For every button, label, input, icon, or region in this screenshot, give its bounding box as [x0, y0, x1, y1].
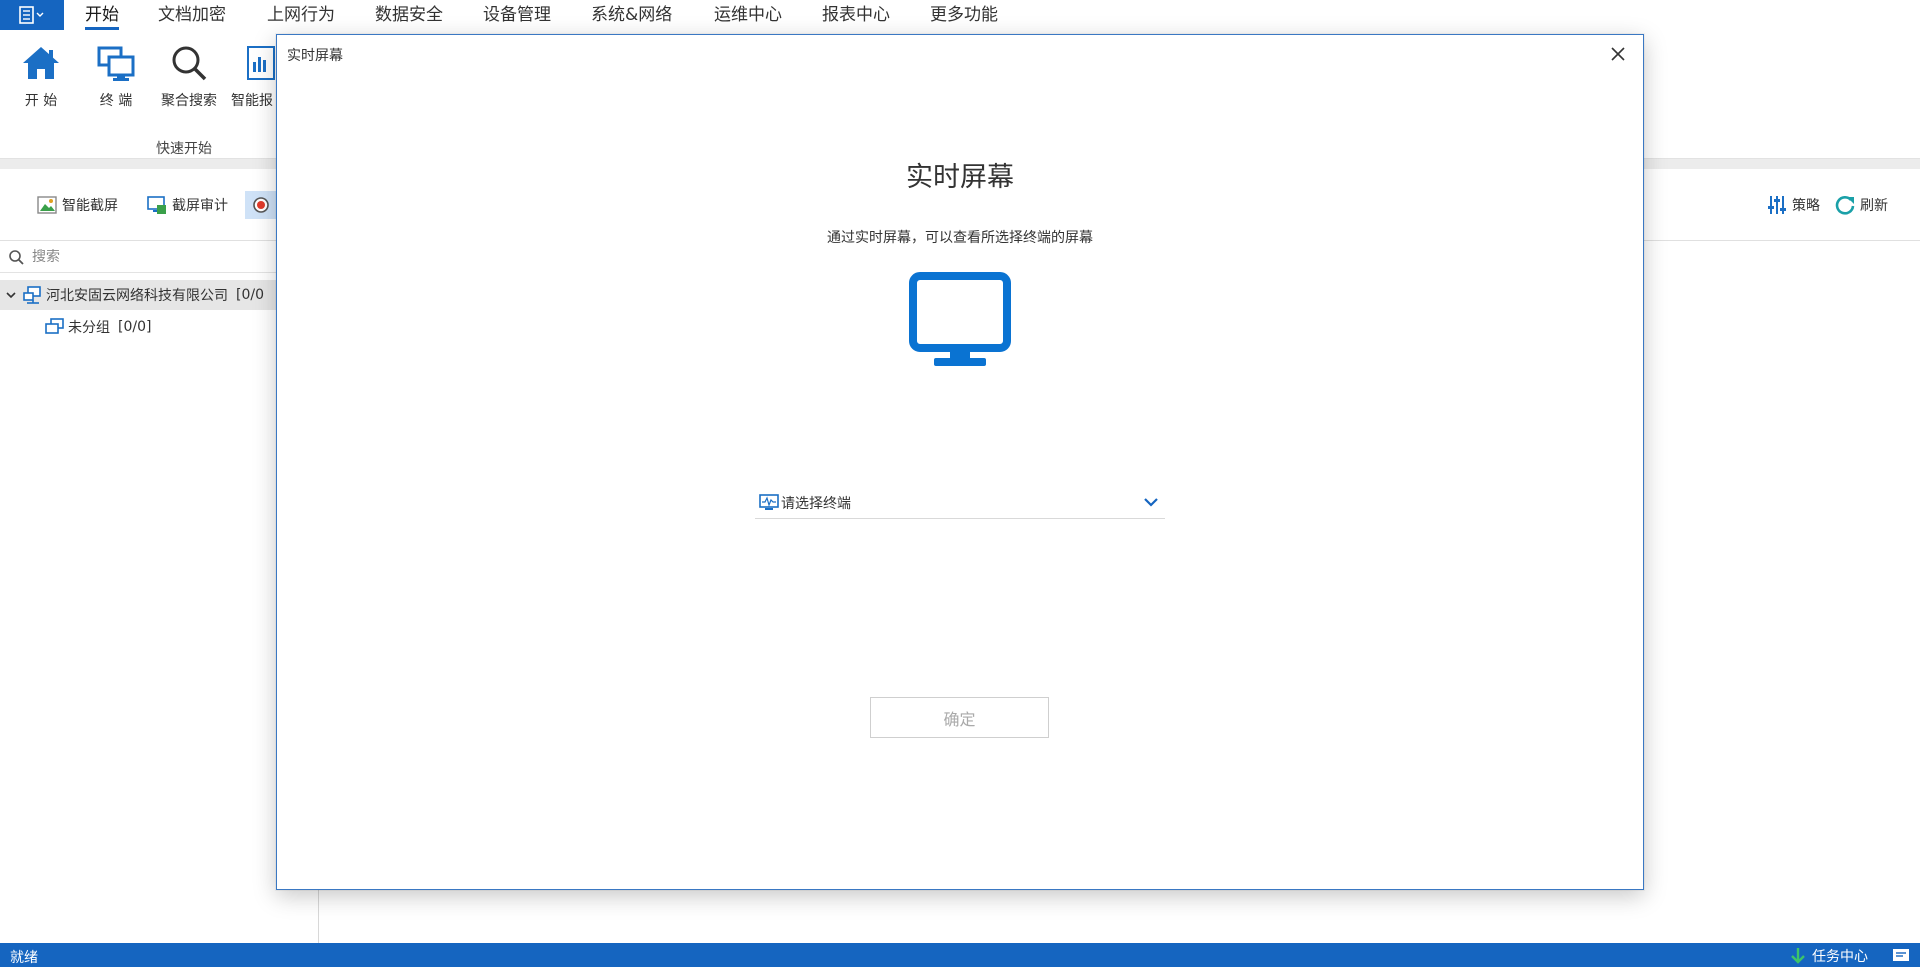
app-menu-button[interactable] — [0, 0, 64, 30]
search-small-icon — [0, 249, 32, 265]
network-group-icon — [23, 286, 41, 304]
smart-screenshot-label: 智能截屏 — [62, 198, 118, 214]
menu-start[interactable]: 开始 — [85, 0, 119, 30]
record-icon — [253, 197, 269, 213]
confirm-button[interactable]: 确定 — [870, 697, 1049, 738]
menu-device-management[interactable]: 设备管理 — [483, 0, 551, 30]
screen-audit-icon — [147, 196, 166, 214]
smart-screenshot-button[interactable]: 智能截屏 — [36, 191, 118, 219]
search-bar — [0, 241, 319, 273]
group-icon — [45, 318, 64, 334]
download-arrow-icon — [1791, 948, 1805, 964]
refresh-icon — [1835, 196, 1855, 215]
terminal-select-placeholder: 请选择终端 — [781, 495, 851, 512]
ribbon-smart-report-button[interactable]: 智能报 — [226, 40, 276, 110]
screenshot-audit-button[interactable]: 截屏审计 — [146, 191, 228, 219]
task-center-label: 任务中心 — [1812, 949, 1868, 965]
menu-system-network[interactable]: 系统&网络 — [591, 0, 672, 30]
terminal-icon — [97, 46, 135, 81]
policy-label: 策略 — [1792, 198, 1820, 214]
left-panel: 河北安固云网络科技有限公司 [0/0 未分组 [0/0] — [0, 241, 319, 943]
task-center-button[interactable]: 任务中心 — [1790, 946, 1868, 966]
live-screen-dialog: 实时屏幕 实时屏幕 通过实时屏幕，可以查看所选择终端的屏幕 请选择终端 确定 — [276, 34, 1644, 890]
chevron-down-icon — [1143, 495, 1159, 513]
ribbon-terminal-label: 终 端 — [99, 93, 133, 109]
record-button[interactable] — [245, 191, 277, 219]
close-button[interactable] — [1607, 43, 1629, 65]
tree-node-company-label: 河北安固云网络科技有限公司 — [46, 288, 228, 304]
terminal-monitor-icon — [759, 493, 779, 512]
tree-node-company[interactable]: 河北安固云网络科技有限公司 [0/0 — [0, 280, 279, 310]
monitor-icon — [909, 272, 1011, 376]
status-text: 就绪 — [10, 950, 38, 966]
menu-doc-encryption[interactable]: 文档加密 — [158, 0, 226, 30]
report-icon — [247, 46, 275, 80]
ribbon-aggregate-search-button[interactable]: 聚合搜索 — [154, 40, 224, 110]
ribbon-smart-report-label: 智能报 — [231, 93, 273, 109]
menu-data-security[interactable]: 数据安全 — [375, 0, 443, 30]
ribbon-start-label: 开 始 — [24, 93, 58, 109]
dialog-heading: 实时屏幕 — [906, 162, 1014, 193]
search-input[interactable] — [32, 248, 292, 265]
ribbon-group-label: 快速开始 — [156, 141, 212, 157]
tree-node-ungrouped-count: [0/0] — [118, 319, 152, 335]
menu-report-center[interactable]: 报表中心 — [822, 0, 890, 30]
screenshot-audit-label: 截屏审计 — [172, 198, 228, 214]
menu-web-behavior[interactable]: 上网行为 — [267, 0, 335, 30]
status-bar: 就绪 任务中心 — [0, 943, 1920, 967]
refresh-label: 刷新 — [1860, 198, 1888, 214]
ribbon-aggregate-search-label: 聚合搜索 — [161, 93, 217, 109]
menu-bar: 开始 文档加密 上网行为 数据安全 设备管理 系统&网络 运维中心 报表中心 更… — [0, 0, 1920, 32]
image-icon — [37, 196, 57, 214]
app-menu-icon — [19, 6, 44, 24]
dialog-description: 通过实时屏幕，可以查看所选择终端的屏幕 — [827, 230, 1093, 246]
tree-node-ungrouped-label: 未分组 — [68, 320, 110, 336]
sliders-icon — [1768, 196, 1786, 214]
ribbon-terminal-button[interactable]: 终 端 — [81, 40, 151, 110]
ribbon-start-button[interactable]: 开 始 — [6, 40, 76, 110]
menu-ops-center[interactable]: 运维中心 — [714, 0, 782, 30]
tree-node-ungrouped[interactable]: 未分组 [0/0] — [44, 312, 151, 342]
policy-button[interactable]: 策略 — [1766, 191, 1820, 219]
tree-node-company-count: [0/0 — [236, 287, 264, 303]
terminal-select[interactable]: 请选择终端 — [755, 487, 1165, 519]
chevron-down-icon[interactable] — [0, 289, 22, 301]
message-icon[interactable] — [1892, 947, 1910, 967]
search-icon — [172, 46, 207, 81]
dialog-title: 实时屏幕 — [287, 48, 343, 64]
refresh-button[interactable]: 刷新 — [1834, 191, 1888, 219]
menu-more-features[interactable]: 更多功能 — [930, 0, 998, 30]
close-icon — [1611, 47, 1625, 61]
home-icon — [23, 47, 59, 79]
